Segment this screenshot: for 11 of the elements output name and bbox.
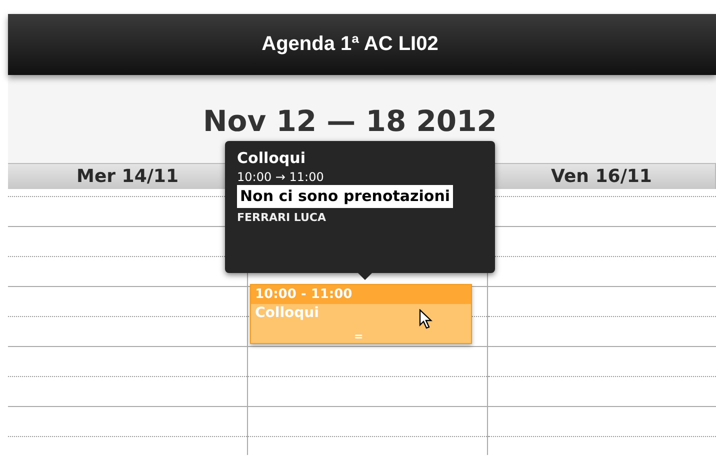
week-range: Nov 12 — 18 2012 xyxy=(203,103,497,138)
agenda-title: Agenda 1ª AC LI02 xyxy=(262,33,438,56)
tooltip-time: 10:00 → 11:00 xyxy=(237,169,324,185)
tooltip-title: Colloqui xyxy=(237,148,306,169)
event-title: Colloqui xyxy=(254,304,320,322)
teacher-name: FERRARI LUCA xyxy=(237,210,326,226)
event-time: 10:00 - 11:00 xyxy=(251,285,471,304)
booking-note: Non ci sono prenotazioni xyxy=(237,185,454,208)
event-card[interactable]: 10:00 - 11:00 Colloqui = xyxy=(250,284,472,344)
resize-handle[interactable]: = xyxy=(354,330,364,343)
mouse-pointer-icon xyxy=(419,309,433,329)
